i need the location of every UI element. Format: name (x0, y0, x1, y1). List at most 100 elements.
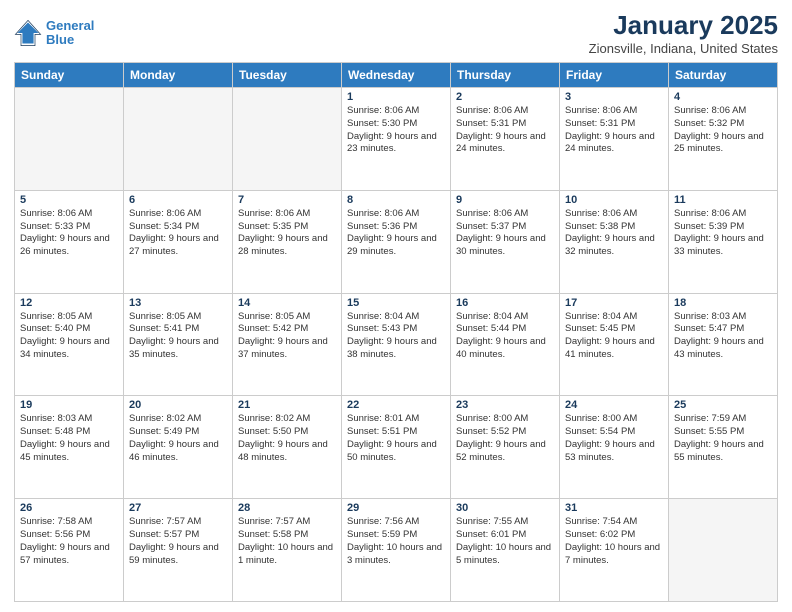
day-info: Sunrise: 7:57 AMSunset: 5:58 PMDaylight:… (238, 516, 336, 567)
weekday-header-thursday: Thursday (451, 63, 560, 88)
logo-icon (14, 19, 42, 47)
calendar-cell: 19 Sunrise: 8:03 AMSunset: 5:48 PMDayligh… (15, 396, 124, 499)
day-number: 25 (674, 399, 772, 411)
calendar-table: SundayMondayTuesdayWednesdayThursdayFrid… (14, 62, 778, 602)
week-row-0: 1Sunrise: 8:06 AMSunset: 5:30 PMDaylight… (15, 88, 778, 191)
calendar-cell: 2 Sunrise: 8:06 AMSunset: 5:31 PMDaylight… (451, 88, 560, 191)
calendar-cell: 31 Sunrise: 7:54 AMSunset: 6:02 PMDayligh… (560, 499, 669, 602)
calendar-cell: 6 Sunrise: 8:06 AMSunset: 5:34 PMDaylight… (124, 190, 233, 293)
calendar-cell: 21 Sunrise: 8:02 AMSunset: 5:50 PMDayligh… (233, 396, 342, 499)
day-info: Sunrise: 8:05 AMSunset: 5:41 PMDaylight:… (129, 311, 227, 362)
calendar-cell: 10 Sunrise: 8:06 AMSunset: 5:38 PMDayligh… (560, 190, 669, 293)
calendar-cell (124, 88, 233, 191)
calendar-cell: 20Sunrise: 8:02 AMSunset: 5:49 PMDayligh… (124, 396, 233, 499)
day-info: Sunrise: 8:02 AMSunset: 5:49 PMDaylight:… (129, 413, 227, 464)
calendar-title: January 2025 (589, 10, 778, 41)
day-info: Sunrise: 8:00 AMSunset: 5:52 PMDaylight:… (456, 413, 554, 464)
day-number: 22 (347, 399, 445, 411)
day-number: 7 (238, 194, 336, 206)
day-info: Sunrise: 8:06 AMSunset: 5:31 PMDaylight:… (565, 105, 663, 156)
day-info: Sunrise: 7:55 AMSunset: 6:01 PMDaylight:… (456, 516, 554, 567)
weekday-header-monday: Monday (124, 63, 233, 88)
day-info: Sunrise: 8:04 AMSunset: 5:43 PMDaylight:… (347, 311, 445, 362)
day-info: Sunrise: 8:05 AMSunset: 5:40 PMDaylight:… (20, 311, 118, 362)
weekday-header-wednesday: Wednesday (342, 63, 451, 88)
day-info: Sunrise: 8:06 AMSunset: 5:32 PMDaylight:… (674, 105, 772, 156)
day-info: Sunrise: 8:06 AMSunset: 5:37 PMDaylight:… (456, 208, 554, 259)
day-number: 26 (20, 502, 118, 514)
day-number: 11 (674, 194, 772, 206)
calendar-cell: 1Sunrise: 8:06 AMSunset: 5:30 PMDaylight… (342, 88, 451, 191)
day-info: Sunrise: 8:01 AMSunset: 5:51 PMDaylight:… (347, 413, 445, 464)
day-number: 10 (565, 194, 663, 206)
day-info: Sunrise: 8:06 AMSunset: 5:35 PMDaylight:… (238, 208, 336, 259)
day-number: 31 (565, 502, 663, 514)
day-info: Sunrise: 8:04 AMSunset: 5:44 PMDaylight:… (456, 311, 554, 362)
calendar-cell (669, 499, 778, 602)
day-number: 6 (129, 194, 227, 206)
day-info: Sunrise: 8:03 AMSunset: 5:47 PMDaylight:… (674, 311, 772, 362)
calendar-cell: 27Sunrise: 7:57 AMSunset: 5:57 PMDayligh… (124, 499, 233, 602)
day-number: 16 (456, 297, 554, 309)
calendar-cell: 25Sunrise: 7:59 AMSunset: 5:55 PMDayligh… (669, 396, 778, 499)
calendar-cell (233, 88, 342, 191)
logo-line2: Blue (46, 32, 74, 47)
day-info: Sunrise: 8:04 AMSunset: 5:45 PMDaylight:… (565, 311, 663, 362)
day-number: 8 (347, 194, 445, 206)
day-number: 14 (238, 297, 336, 309)
header-row: SundayMondayTuesdayWednesdayThursdayFrid… (15, 63, 778, 88)
logo-line1: General (46, 18, 94, 33)
weekday-header-saturday: Saturday (669, 63, 778, 88)
day-number: 9 (456, 194, 554, 206)
calendar-cell: 17 Sunrise: 8:04 AMSunset: 5:45 PMDayligh… (560, 293, 669, 396)
calendar-cell: 23 Sunrise: 8:00 AMSunset: 5:52 PMDayligh… (451, 396, 560, 499)
calendar-cell: 13 Sunrise: 8:05 AMSunset: 5:41 PMDayligh… (124, 293, 233, 396)
day-info: Sunrise: 8:06 AMSunset: 5:38 PMDaylight:… (565, 208, 663, 259)
day-number: 2 (456, 91, 554, 103)
week-row-2: 12Sunrise: 8:05 AMSunset: 5:40 PMDayligh… (15, 293, 778, 396)
calendar-cell: 14 Sunrise: 8:05 AMSunset: 5:42 PMDayligh… (233, 293, 342, 396)
page: General Blue January 2025 Zionsville, In… (0, 0, 792, 612)
logo-text: General Blue (46, 19, 94, 48)
title-block: January 2025 Zionsville, Indiana, United… (589, 10, 778, 56)
calendar-cell: 3 Sunrise: 8:06 AMSunset: 5:31 PMDaylight… (560, 88, 669, 191)
day-number: 24 (565, 399, 663, 411)
day-info: Sunrise: 8:02 AMSunset: 5:50 PMDaylight:… (238, 413, 336, 464)
day-number: 5 (20, 194, 118, 206)
weekday-header-friday: Friday (560, 63, 669, 88)
day-info: Sunrise: 8:06 AMSunset: 5:34 PMDaylight:… (129, 208, 227, 259)
calendar-cell: 16 Sunrise: 8:04 AMSunset: 5:44 PMDayligh… (451, 293, 560, 396)
day-info: Sunrise: 8:06 AMSunset: 5:30 PMDaylight:… (347, 105, 445, 156)
day-info: Sunrise: 8:06 AMSunset: 5:39 PMDaylight:… (674, 208, 772, 259)
calendar-cell: 7 Sunrise: 8:06 AMSunset: 5:35 PMDaylight… (233, 190, 342, 293)
day-info: Sunrise: 8:06 AMSunset: 5:33 PMDaylight:… (20, 208, 118, 259)
calendar-cell: 4 Sunrise: 8:06 AMSunset: 5:32 PMDaylight… (669, 88, 778, 191)
calendar-cell: 8Sunrise: 8:06 AMSunset: 5:36 PMDaylight… (342, 190, 451, 293)
calendar-cell: 22 Sunrise: 8:01 AMSunset: 5:51 PMDayligh… (342, 396, 451, 499)
weekday-header-tuesday: Tuesday (233, 63, 342, 88)
day-number: 27 (129, 502, 227, 514)
day-info: Sunrise: 7:54 AMSunset: 6:02 PMDaylight:… (565, 516, 663, 567)
day-number: 13 (129, 297, 227, 309)
logo: General Blue (14, 19, 94, 48)
day-number: 29 (347, 502, 445, 514)
day-info: Sunrise: 8:06 AMSunset: 5:31 PMDaylight:… (456, 105, 554, 156)
day-number: 23 (456, 399, 554, 411)
day-info: Sunrise: 7:58 AMSunset: 5:56 PMDaylight:… (20, 516, 118, 567)
calendar-cell: 15Sunrise: 8:04 AMSunset: 5:43 PMDayligh… (342, 293, 451, 396)
day-number: 28 (238, 502, 336, 514)
day-number: 21 (238, 399, 336, 411)
day-number: 4 (674, 91, 772, 103)
weekday-header-sunday: Sunday (15, 63, 124, 88)
calendar-cell: 24Sunrise: 8:00 AMSunset: 5:54 PMDayligh… (560, 396, 669, 499)
calendar-cell: 11 Sunrise: 8:06 AMSunset: 5:39 PMDayligh… (669, 190, 778, 293)
day-number: 3 (565, 91, 663, 103)
day-number: 30 (456, 502, 554, 514)
calendar-cell: 18Sunrise: 8:03 AMSunset: 5:47 PMDayligh… (669, 293, 778, 396)
calendar-cell (15, 88, 124, 191)
calendar-cell: 28 Sunrise: 7:57 AMSunset: 5:58 PMDayligh… (233, 499, 342, 602)
day-info: Sunrise: 8:03 AMSunset: 5:48 PMDaylight:… (20, 413, 118, 464)
day-info: Sunrise: 8:05 AMSunset: 5:42 PMDaylight:… (238, 311, 336, 362)
day-number: 17 (565, 297, 663, 309)
day-number: 19 (20, 399, 118, 411)
